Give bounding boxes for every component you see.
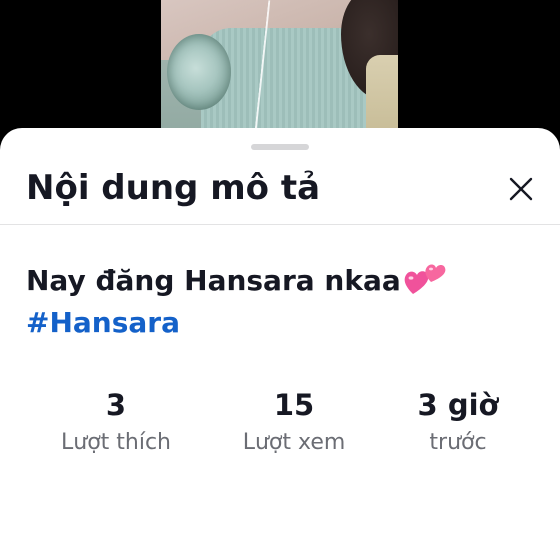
video-image-region (167, 34, 231, 110)
posted-time-value: 3 giờ (417, 388, 499, 422)
views-stat: 15 Lượt xem (204, 384, 384, 460)
likes-count: 3 (105, 388, 127, 422)
close-icon (509, 177, 533, 201)
views-label: Lượt xem (242, 430, 346, 455)
divider (0, 224, 560, 225)
posted-time-stat: 3 giờ trước (368, 384, 548, 460)
drag-handle[interactable] (251, 144, 309, 150)
hashtag-link[interactable]: #Hansara (26, 302, 180, 344)
video-stats: 3 Lượt thích 15 Lượt xem 3 giờ trước (0, 384, 560, 474)
screen: Nội dung mô tả Nay đăng Hansara nkaa #Ha… (0, 0, 560, 560)
likes-label: Lượt thích (61, 430, 171, 455)
posted-time-label: trước (429, 430, 487, 455)
video-description: Nay đăng Hansara nkaa #Hansara (26, 260, 546, 344)
description-sheet: Nội dung mô tả Nay đăng Hansara nkaa #Ha… (0, 128, 560, 560)
two-hearts-emoji-icon (404, 264, 446, 294)
close-button[interactable] (502, 170, 540, 208)
views-count: 15 (273, 388, 315, 422)
likes-stat: 3 Lượt thích (26, 384, 206, 460)
sheet-title: Nội dung mô tả (26, 168, 321, 208)
description-text: Nay đăng Hansara nkaa (26, 264, 401, 297)
